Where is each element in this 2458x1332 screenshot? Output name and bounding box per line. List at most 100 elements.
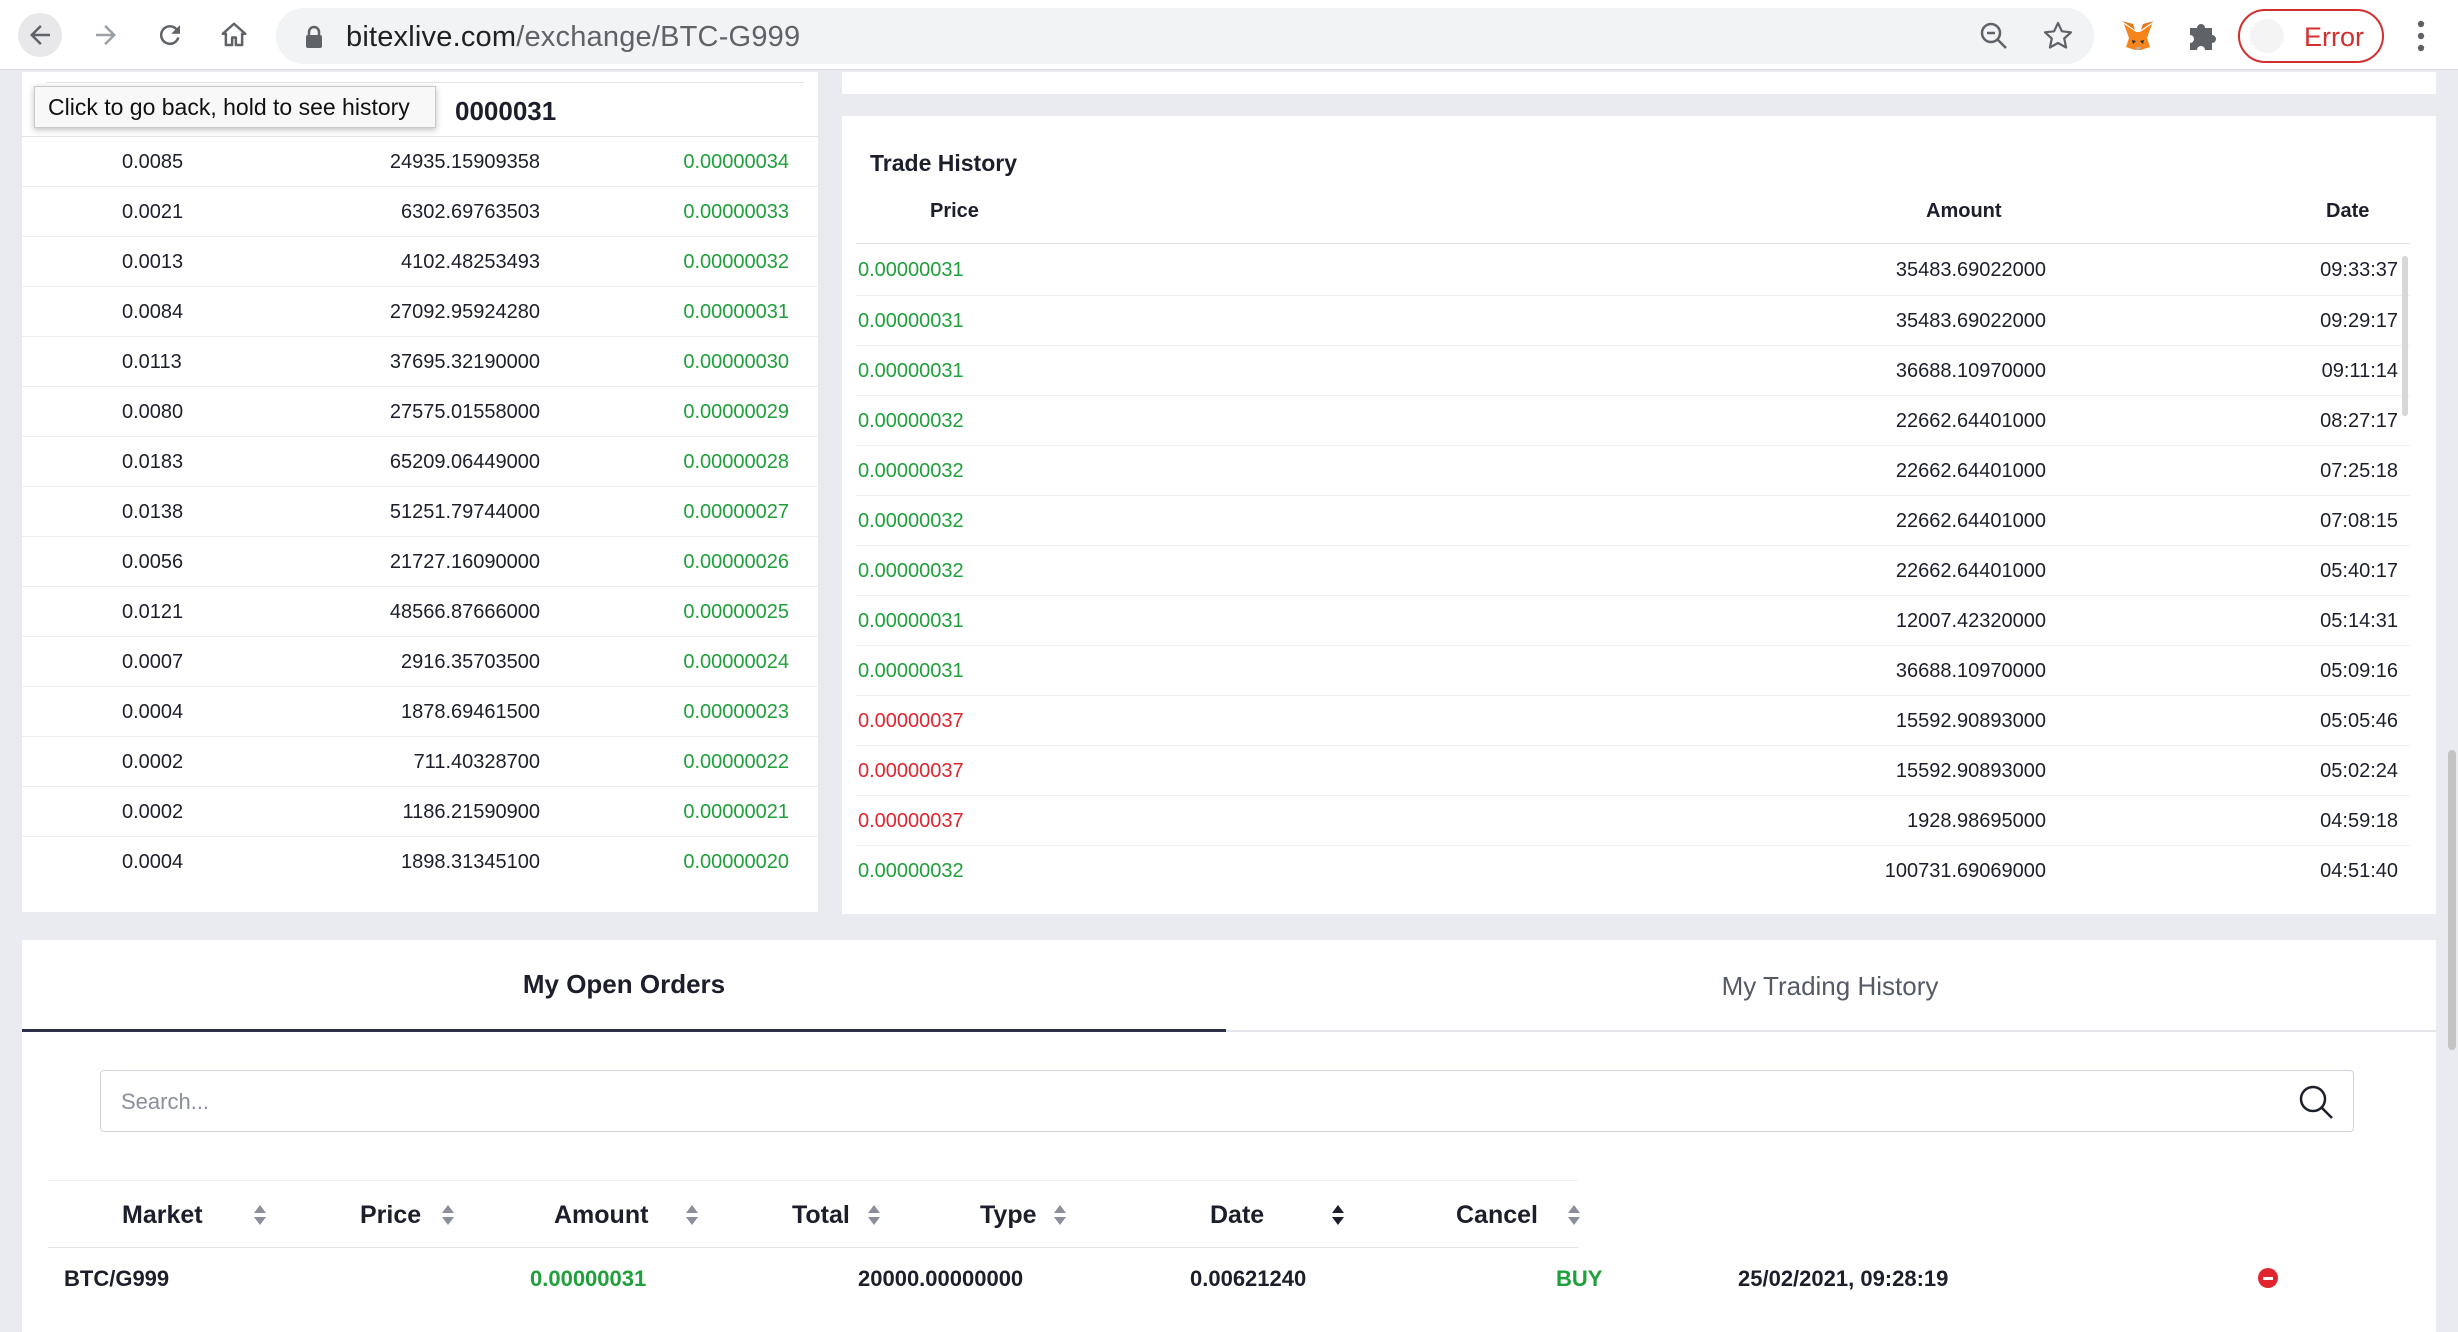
sort-icon[interactable]: [1566, 1203, 1582, 1227]
sort-active-icon[interactable]: [1330, 1203, 1346, 1227]
forward-button[interactable]: [84, 13, 128, 57]
trade-price: 0.00000037: [858, 760, 964, 782]
ob-price: 0.00000021: [683, 801, 789, 823]
trade-history-title: Trade History: [870, 150, 1017, 176]
ob-total: 0.0004: [122, 701, 184, 723]
ob-total: 0.0007: [122, 651, 184, 673]
bookmark-star-icon[interactable]: [2042, 20, 2074, 52]
search-box: [100, 1070, 2354, 1132]
search-icon[interactable]: [2297, 1083, 2335, 1121]
zoom-icon[interactable]: [1978, 20, 2010, 52]
table-row: 0.00000031 35483.69022000 09:33:37: [856, 245, 2410, 295]
ob-total: 0.0002: [122, 801, 184, 823]
ob-price: 0.00000025: [683, 601, 789, 623]
scrollbar[interactable]: [2402, 256, 2408, 416]
list-item[interactable]: 0.0004 1878.69461500 0.00000023: [22, 686, 818, 736]
page-scrollbar[interactable]: [2448, 750, 2456, 1050]
address-bar[interactable]: bitexlive.com/exchange/BTC-G999: [276, 8, 2094, 64]
col-header-total[interactable]: Total: [792, 1201, 850, 1230]
reload-button[interactable]: [148, 13, 192, 57]
more-vertical-icon[interactable]: [2408, 16, 2434, 56]
ob-total: 0.0002: [122, 751, 184, 773]
ob-price: 0.00000032: [683, 251, 789, 273]
trade-time: 05:02:24: [2320, 760, 2398, 782]
col-header-type[interactable]: Type: [980, 1201, 1037, 1230]
ob-amount: 4102.48253493: [400, 251, 540, 273]
back-button[interactable]: [18, 13, 62, 57]
table-row: 0.00000032 22662.64401000 05:40:17: [856, 545, 2410, 595]
list-item[interactable]: 0.0084 27092.95924280 0.00000031: [22, 286, 818, 336]
order-date: 25/02/2021, 09:28:19: [1738, 1266, 1949, 1291]
search-input[interactable]: [121, 1085, 2271, 1119]
order-book-rows: 0.0085 24935.15909358 0.00000034 0.0021 6302…: [22, 136, 818, 886]
trade-history-header: Price Amount Date: [856, 200, 2410, 244]
trade-time: 09:29:17: [2320, 310, 2398, 332]
tab-my-trading-history[interactable]: My Trading History: [1228, 940, 2432, 1032]
metamask-fox-icon[interactable]: [2118, 16, 2158, 56]
sort-icon[interactable]: [684, 1203, 700, 1227]
trade-time: 05:09:16: [2320, 660, 2398, 682]
trade-history-rows: 0.00000031 35483.69022000 09:33:37 0.000000…: [856, 245, 2410, 895]
list-item[interactable]: 0.0183 65209.06449000 0.00000028: [22, 436, 818, 486]
sort-icon[interactable]: [440, 1203, 456, 1227]
trade-price: 0.00000031: [858, 610, 964, 632]
ob-total: 0.0084: [122, 301, 184, 323]
tab-my-open-orders[interactable]: My Open Orders: [22, 940, 1226, 1032]
table-row: 0.00000032 22662.64401000 07:25:18: [856, 445, 2410, 495]
table-row: 0.00000037 1928.98695000 04:59:18: [856, 795, 2410, 845]
trade-price: 0.00000032: [858, 860, 964, 882]
col-header-market[interactable]: Market: [122, 1201, 203, 1230]
trade-time: 04:59:18: [2320, 810, 2398, 832]
ob-price: 0.00000027: [683, 501, 789, 523]
col-header-date[interactable]: Date: [1210, 1201, 1264, 1230]
sort-icon[interactable]: [1052, 1203, 1068, 1227]
reload-icon: [159, 25, 180, 46]
list-item[interactable]: 0.0138 51251.79744000 0.00000027: [22, 486, 818, 536]
sort-icon[interactable]: [866, 1203, 882, 1227]
trade-time: 05:05:46: [2320, 710, 2398, 732]
trade-time: 05:40:17: [2320, 560, 2398, 582]
list-item[interactable]: 0.0013 4102.48253493 0.00000032: [22, 236, 818, 286]
trade-amount: 22662.64401000: [1895, 510, 2046, 532]
sort-icon[interactable]: [252, 1203, 268, 1227]
order-total: 0.00621240: [1190, 1266, 1307, 1291]
ob-total: 0.0085: [122, 151, 184, 173]
table-row: 0.00000037 15592.90893000 05:02:24: [856, 745, 2410, 795]
ob-amount: 1898.31345100: [400, 851, 540, 873]
extensions-puzzle-icon[interactable]: [2182, 16, 2222, 56]
table-row: 0.00000032 22662.64401000 07:08:15: [856, 495, 2410, 545]
profile-error-button[interactable]: Error: [2238, 9, 2384, 63]
list-item[interactable]: 0.0004 1898.31345100 0.00000020: [22, 836, 818, 886]
ob-amount: 24935.15909358: [389, 151, 540, 173]
list-item[interactable]: 0.0002 1186.21590900 0.00000021: [22, 786, 818, 836]
trade-time: 07:25:18: [2320, 460, 2398, 482]
divider: [46, 82, 804, 83]
list-item[interactable]: 0.0121 48566.87666000 0.00000025: [22, 586, 818, 636]
list-item[interactable]: 0.0021 6302.69763503 0.00000033: [22, 186, 818, 236]
trade-time: 07:08:15: [2320, 510, 2398, 532]
col-header-cancel[interactable]: Cancel: [1456, 1201, 1538, 1230]
list-item[interactable]: 0.0056 21727.16090000 0.00000026: [22, 536, 818, 586]
order-book-panel: 0000031 0.0085 24935.15909358 0.00000034 0.…: [22, 72, 818, 912]
col-header-amount[interactable]: Amount: [554, 1201, 648, 1230]
trade-amount: 22662.64401000: [1895, 410, 2046, 432]
trade-price: 0.00000031: [858, 310, 964, 332]
ob-price: 0.00000031: [683, 301, 789, 323]
list-item[interactable]: 0.0085 24935.15909358 0.00000034: [22, 136, 818, 186]
list-item[interactable]: 0.0113 37695.32190000 0.00000030: [22, 336, 818, 386]
list-item[interactable]: 0.0080 27575.01558000 0.00000029: [22, 386, 818, 436]
home-button[interactable]: [212, 13, 256, 57]
trade-price: 0.00000032: [858, 460, 964, 482]
list-item[interactable]: 0.0007 2916.35703500 0.00000024: [22, 636, 818, 686]
trade-amount: 15592.90893000: [1895, 760, 2046, 782]
trade-price: 0.00000032: [858, 510, 964, 532]
col-header-price[interactable]: Price: [360, 1201, 421, 1230]
orders-tabs: My Open Orders My Trading History: [22, 940, 2436, 1032]
ob-amount: 2916.35703500: [400, 651, 540, 673]
trade-price: 0.00000037: [858, 710, 964, 732]
ob-price: 0.00000029: [683, 401, 789, 423]
cancel-order-icon[interactable]: [2258, 1268, 2278, 1288]
ob-amount: 65209.06449000: [389, 451, 540, 473]
list-item[interactable]: 0.0002 711.40328700 0.00000022: [22, 736, 818, 786]
trade-price: 0.00000031: [858, 660, 964, 682]
